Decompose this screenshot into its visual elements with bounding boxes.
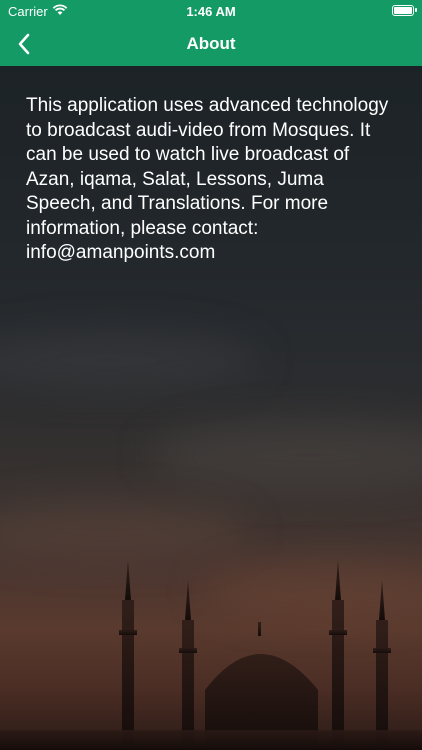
mosque-silhouette	[0, 560, 422, 750]
page-title: About	[186, 34, 236, 53]
about-description: This application uses advanced technolog…	[26, 95, 389, 263]
background-cloud	[0, 330, 260, 390]
navigation-bar: About	[0, 22, 422, 66]
status-bar: Carrier 1:46 AM	[0, 0, 422, 22]
battery-icon	[392, 5, 417, 16]
background-cloud	[150, 420, 422, 490]
background-cloud	[0, 500, 250, 560]
status-time: 1:46 AM	[186, 4, 236, 19]
about-screen: Carrier 1:46 AM About This application u…	[0, 0, 422, 750]
